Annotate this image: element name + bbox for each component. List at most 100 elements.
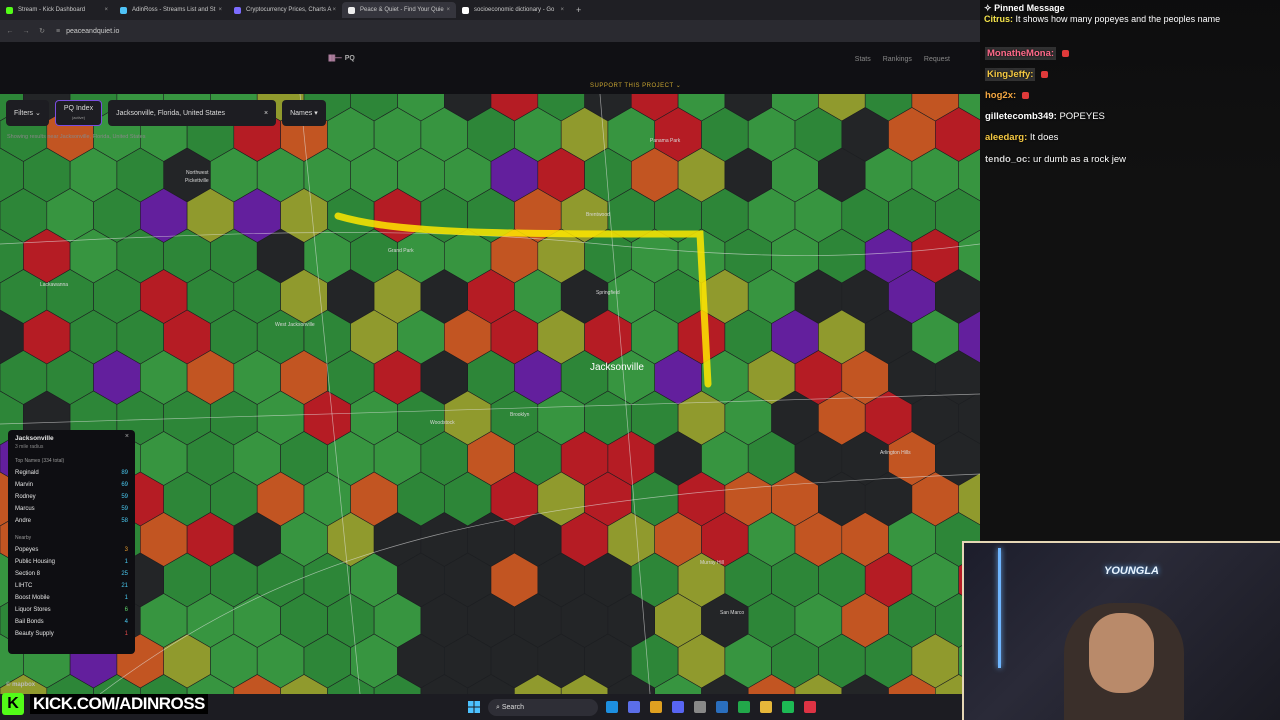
discord-icon[interactable]: [672, 701, 684, 713]
chat-username[interactable]: tendo_oc:: [985, 154, 1030, 165]
close-tab-icon[interactable]: ×: [446, 7, 450, 13]
nearby-row: Bail Bonds 4: [15, 616, 128, 628]
steam-icon[interactable]: [716, 701, 728, 713]
map-canvas[interactable]: Jacksonville Pickettville Grand Park West J…: [0, 94, 980, 694]
area-info-panel: Jacksonville × 3 mile radius Top Names (…: [8, 430, 135, 654]
map-place-label: Pickettville: [185, 178, 209, 184]
browser-tab[interactable]: socioeconomic dictionary - Go ×: [456, 2, 570, 18]
kick-app-icon[interactable]: [738, 701, 750, 713]
emote-icon: [1061, 49, 1069, 57]
nearby-count: 6: [124, 607, 128, 613]
browser-tab-bar: Stream - Kick Dashboard × AdinRoss - Strea…: [0, 0, 980, 20]
folder-icon[interactable]: [760, 701, 772, 713]
nearby-row: Boost Mobile 1: [15, 592, 128, 604]
name-label: Rodney: [15, 494, 36, 500]
close-tab-icon[interactable]: ×: [218, 7, 222, 13]
site-header: |||||||— PQ Stats Rankings Request SUPPOR…: [0, 42, 980, 94]
close-icon[interactable]: ×: [125, 433, 129, 440]
spotify-icon[interactable]: [782, 701, 794, 713]
pq-index-button[interactable]: PQ Index (active): [54, 100, 103, 126]
close-tab-icon[interactable]: ×: [560, 7, 564, 13]
nearby-count: 25: [121, 571, 128, 577]
map-place-label: West Jacksonville: [275, 322, 315, 328]
chat-message: gilletecomb349: POPEYES: [985, 111, 1105, 122]
emote-icon: [1041, 70, 1049, 78]
nearby-count: 1: [124, 559, 128, 565]
map-place-label: Arlington Hills: [880, 450, 911, 456]
tab-label: socioeconomic dictionary - Go: [474, 7, 555, 13]
emote-icon: [1021, 91, 1029, 99]
tab-favicon-icon: [120, 6, 127, 14]
support-project-link[interactable]: SUPPORT THIS PROJECT ⌄: [590, 82, 681, 89]
names-dropdown[interactable]: Names ▾: [282, 100, 326, 126]
kick-logo-icon: K: [2, 693, 24, 715]
name-count: 59: [121, 494, 128, 500]
top-names-list: Reginald 89 Marvin 69 Rodney 59 Marcus 59 Andre 5…: [15, 467, 128, 527]
forward-icon[interactable]: →: [20, 28, 32, 35]
hex-map[interactable]: Jacksonville Pickettville Grand Park West J…: [0, 94, 980, 694]
chat-username[interactable]: aleedarg:: [985, 132, 1027, 143]
tab-label: AdinRoss - Streams List and St: [132, 7, 216, 13]
name-count: 59: [121, 506, 128, 512]
browser-tab[interactable]: Stream - Kick Dashboard ×: [0, 2, 114, 18]
tab-label: Stream - Kick Dashboard: [18, 7, 86, 13]
reload-icon[interactable]: ↻: [36, 27, 48, 35]
nearby-label: Beauty Supply: [15, 631, 54, 637]
chat-username[interactable]: hog2x:: [985, 90, 1016, 101]
tab-favicon-icon: [348, 6, 355, 14]
mapbox-attribution[interactable]: © mapbox: [6, 682, 35, 688]
nearby-row: Public Housing 1: [15, 556, 128, 568]
nearby-count: 21: [121, 583, 128, 589]
browser-icon[interactable]: [804, 701, 816, 713]
name-row: Andre 58: [15, 515, 128, 527]
app-icon[interactable]: [628, 701, 640, 713]
chat-username[interactable]: gilletecomb349:: [985, 111, 1057, 122]
nearby-label: Popeyes: [15, 547, 39, 553]
chat-text: ur dumb as a rock jew: [1033, 154, 1126, 165]
pinned-message: ✧ Pinned Message Citrus: It shows how ma…: [984, 3, 1221, 24]
nav-stats[interactable]: Stats: [855, 56, 871, 63]
filters-button[interactable]: Filters ⌄: [6, 100, 49, 126]
name-count: 89: [121, 470, 128, 476]
webcam-feed: YOUNGLA: [962, 541, 1280, 720]
pin-icon: ✧: [984, 3, 992, 13]
nearby-label: Liquor Stores: [15, 607, 51, 613]
streamer-face: [1089, 613, 1154, 693]
nearby-count: 1: [124, 631, 128, 637]
name-label: Reginald: [15, 470, 39, 476]
clear-icon[interactable]: ×: [264, 110, 268, 117]
nav-rankings[interactable]: Rankings: [883, 56, 912, 63]
name-count: 69: [121, 482, 128, 488]
map-place-label: Grand Park: [388, 248, 414, 254]
chat-username[interactable]: MonatheMona:: [985, 47, 1057, 60]
taskbar-search[interactable]: ⌕ Search: [488, 699, 598, 716]
nearby-label: Bail Bonds: [15, 619, 44, 625]
tab-label: Peace & Quiet - Find Your Quie: [360, 7, 444, 13]
chat-username[interactable]: KingJeffy:: [985, 68, 1036, 81]
logo-bars-icon: |||||||—: [328, 55, 342, 62]
url-text[interactable]: peaceandquiet.io: [66, 28, 119, 35]
settings-icon[interactable]: [694, 701, 706, 713]
nearby-row: Beauty Supply 1: [15, 628, 128, 640]
close-tab-icon[interactable]: ×: [104, 7, 108, 13]
browser-tab[interactable]: AdinRoss - Streams List and St ×: [114, 2, 228, 18]
kick-url-overlay: K KICK.COM/ADINROSS: [2, 690, 208, 718]
name-label: Marcus: [15, 506, 35, 512]
new-tab-icon[interactable]: +: [576, 5, 581, 15]
browser-tab[interactable]: Cryptocurrency Prices, Charts A ×: [228, 2, 342, 18]
nearby-label: LIHTC: [15, 583, 33, 589]
site-logo[interactable]: |||||||— PQ: [328, 55, 355, 62]
location-input[interactable]: Jacksonville, Florida, United States ×: [108, 100, 277, 126]
nav-request[interactable]: Request: [924, 56, 950, 63]
close-tab-icon[interactable]: ×: [332, 7, 336, 13]
name-count: 58: [121, 518, 128, 524]
chrome-icon[interactable]: [650, 701, 662, 713]
browser-tab[interactable]: Peace & Quiet - Find Your Quie ×: [342, 2, 456, 18]
chat-message: tendo_oc: ur dumb as a rock jew: [985, 154, 1126, 165]
back-icon[interactable]: ←: [4, 28, 16, 35]
windows-start-icon[interactable]: [468, 701, 480, 713]
edge-icon[interactable]: [606, 701, 618, 713]
nearby-row: Section 8 25: [15, 568, 128, 580]
site-info-icon[interactable]: ≡: [56, 28, 60, 35]
address-bar: ← → ↻ ≡ peaceandquiet.io: [0, 20, 980, 42]
